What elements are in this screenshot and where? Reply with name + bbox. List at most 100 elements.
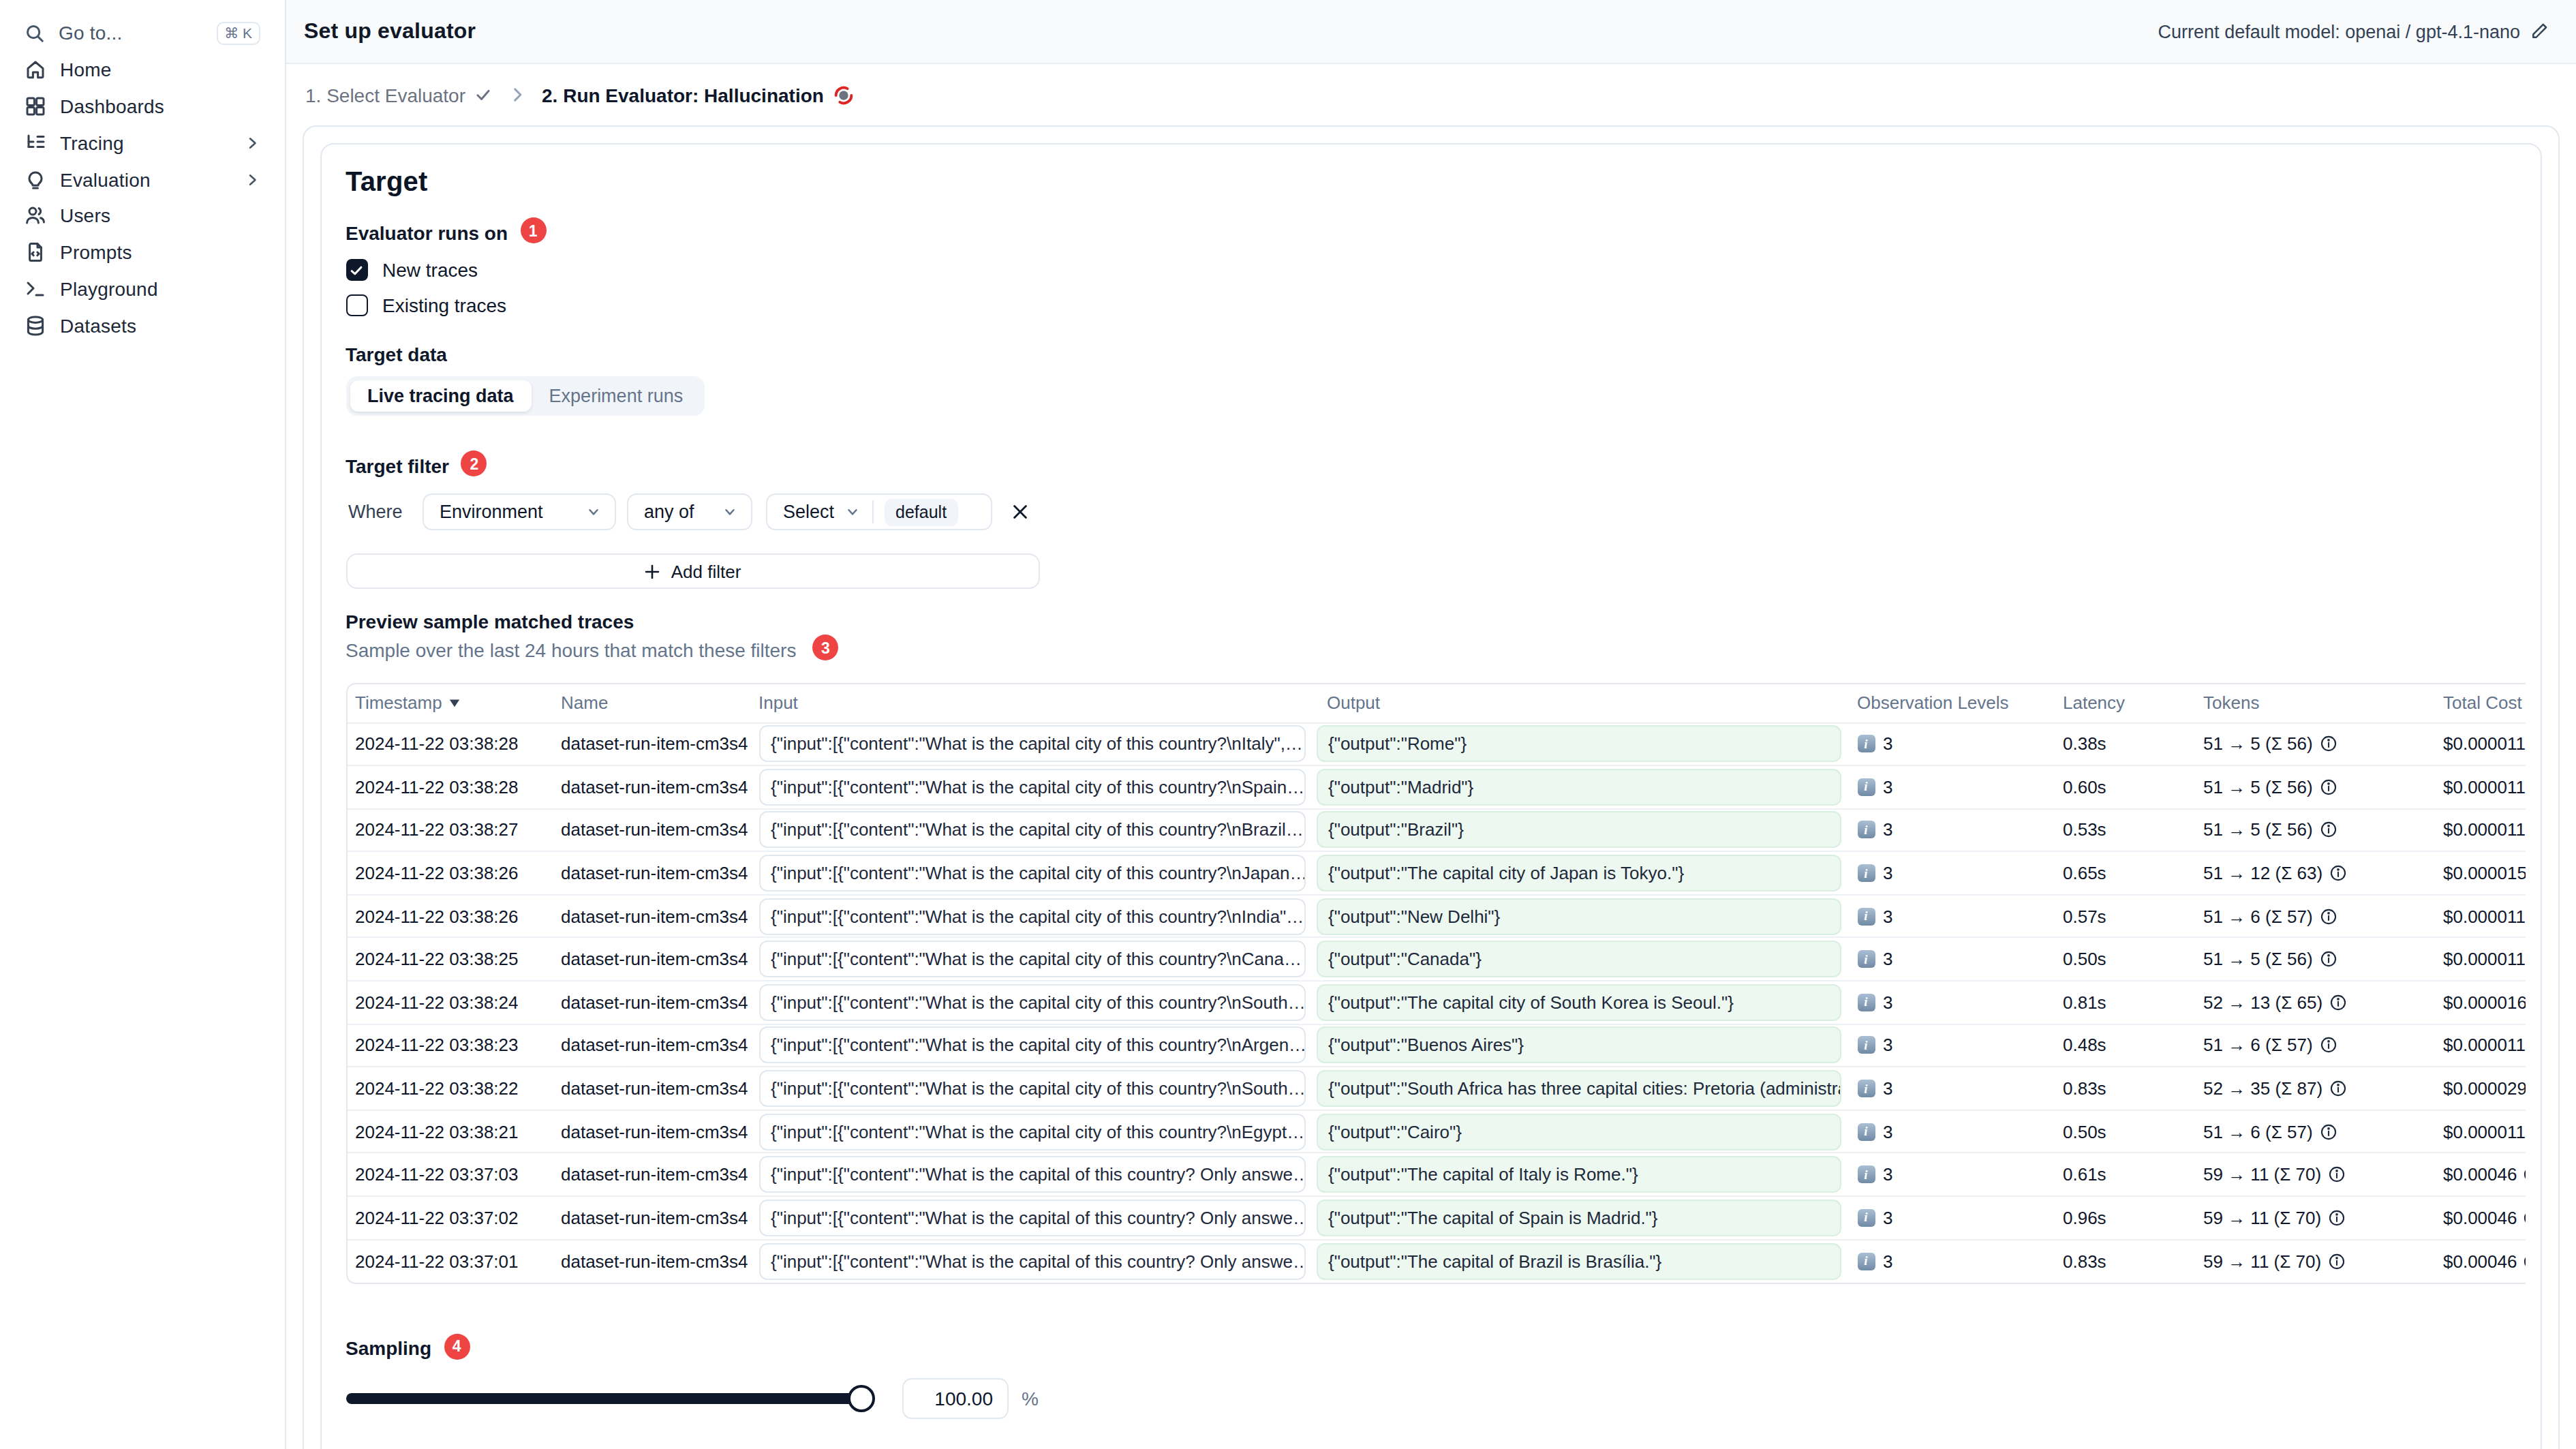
sidebar-item-evaluation[interactable]: Evaluation — [14, 161, 271, 198]
checkbox-unchecked[interactable] — [346, 294, 367, 316]
table-row[interactable]: 2024-11-22 03:38:23dataset-run-item-cm3s… — [347, 1024, 2525, 1067]
cell-timestamp: 2024-11-22 03:38:22 — [347, 1067, 561, 1110]
wizard-card: Target Evaluator runs on 1 New tracesExi… — [302, 125, 2559, 1449]
column-header-timestamp[interactable]: Timestamp — [347, 684, 561, 722]
info-circle-icon — [2320, 1123, 2337, 1140]
preview-title: Preview sample matched traces — [346, 611, 2515, 632]
cell-observation-levels: i3 — [1857, 808, 2063, 851]
add-filter-button[interactable]: Add filter — [346, 553, 1039, 589]
info-icon: i — [1857, 994, 1875, 1011]
info-icon: i — [1857, 821, 1875, 839]
breadcrumb-step2[interactable]: 2. Run Evaluator: Hallucination — [542, 84, 855, 106]
column-header-name[interactable]: Name — [561, 684, 758, 722]
cell-total-cost: $0.000011 — [2443, 808, 2525, 851]
sidebar-item-dashboards[interactable]: Dashboards — [14, 88, 271, 125]
table-row[interactable]: 2024-11-22 03:38:24dataset-run-item-cm3s… — [347, 981, 2525, 1024]
filter-column-select[interactable]: Environment — [422, 493, 615, 530]
cell-total-cost: $0.000011 — [2443, 1110, 2525, 1153]
column-header-output[interactable]: Output — [1316, 684, 1857, 722]
table-row[interactable]: 2024-11-22 03:38:27dataset-run-item-cm3s… — [347, 808, 2525, 851]
sidebar: Go to... ⌘ K HomeDashboardsTracingEvalua… — [0, 0, 286, 1449]
step-badge-4: 4 — [444, 1333, 470, 1359]
sidebar-item-tracing[interactable]: Tracing — [14, 125, 271, 162]
cell-tokens: 51 → 5 (Σ 56) — [2203, 808, 2443, 851]
info-circle-icon — [2328, 1252, 2346, 1270]
info-circle-icon — [2328, 1165, 2346, 1183]
info-icon: i — [1857, 1209, 1875, 1227]
cell-input: {"input":[{"content":"What is the capita… — [758, 1067, 1316, 1110]
cell-total-cost: $0.000015 — [2443, 852, 2525, 895]
cell-output: {"output":"The capital city of South Kor… — [1316, 981, 1857, 1024]
step-badge-3: 3 — [812, 635, 838, 660]
table-row[interactable]: 2024-11-22 03:37:03dataset-run-item-cm3s… — [347, 1153, 2525, 1196]
info-circle-icon — [2320, 778, 2337, 796]
filter-value-select[interactable]: Select default — [765, 493, 992, 530]
chevron-down-icon — [585, 504, 600, 519]
cell-observation-levels: i3 — [1857, 1024, 2063, 1067]
checkbox-checked[interactable] — [346, 259, 367, 281]
cell-latency: 0.48s — [2063, 1024, 2203, 1067]
column-header-input[interactable]: Input — [758, 684, 1316, 722]
cell-name: dataset-run-item-cm3s4 — [561, 852, 758, 895]
cell-latency: 0.50s — [2063, 938, 2203, 981]
chevron-right-icon — [244, 135, 260, 151]
column-header-tokens[interactable]: Tokens — [2203, 684, 2443, 722]
slider-thumb[interactable] — [847, 1384, 874, 1412]
cell-total-cost: $0.00046 — [2443, 1239, 2525, 1282]
users-icon — [25, 205, 46, 227]
sidebar-item-datasets[interactable]: Datasets — [14, 307, 271, 344]
cell-output: {"output":"Brazil"} — [1316, 808, 1857, 851]
table-row[interactable]: 2024-11-22 03:38:26dataset-run-item-cm3s… — [347, 895, 2525, 938]
evaluator-logo-icon — [833, 84, 855, 106]
sampling-percent-input[interactable]: 100.00 — [902, 1377, 1008, 1418]
tab-live-tracing-data[interactable]: Live tracing data — [350, 380, 532, 412]
cell-tokens: 51 → 5 (Σ 56) — [2203, 938, 2443, 981]
column-header-total-cost[interactable]: Total Cost — [2443, 684, 2525, 722]
table-row[interactable]: 2024-11-22 03:38:26dataset-run-item-cm3s… — [347, 852, 2525, 895]
cell-name: dataset-run-item-cm3s4 — [561, 895, 758, 938]
cell-input: {"input":[{"content":"What is the capita… — [758, 722, 1316, 765]
filter-operator-select[interactable]: any of — [626, 493, 752, 530]
column-header-latency[interactable]: Latency — [2063, 684, 2203, 722]
cell-output: {"output":"Rome"} — [1316, 722, 1857, 765]
table-row[interactable]: 2024-11-22 03:37:01dataset-run-item-cm3s… — [347, 1239, 2525, 1282]
sidebar-item-playground[interactable]: Playground — [14, 271, 271, 307]
info-circle-icon — [2320, 821, 2337, 839]
target-data-label: Target data — [346, 344, 2515, 365]
cell-timestamp: 2024-11-22 03:38:24 — [347, 981, 561, 1024]
runs-on-options: New tracesExisting traces — [346, 254, 2515, 322]
cell-name: dataset-run-item-cm3s4 — [561, 938, 758, 981]
table-row[interactable]: 2024-11-22 03:38:22dataset-run-item-cm3s… — [347, 1067, 2525, 1110]
sidebar-item-home[interactable]: Home — [14, 52, 271, 89]
remove-filter-button[interactable] — [1009, 502, 1030, 522]
cell-name: dataset-run-item-cm3s4 — [561, 722, 758, 765]
tracing-icon — [25, 132, 46, 154]
cell-output: {"output":"New Delhi"} — [1316, 895, 1857, 938]
sidebar-item-prompts[interactable]: Prompts — [14, 234, 271, 271]
table-body: 2024-11-22 03:38:28dataset-run-item-cm3s… — [347, 722, 2525, 1282]
table-row[interactable]: 2024-11-22 03:38:28dataset-run-item-cm3s… — [347, 765, 2525, 808]
cell-latency: 0.57s — [2063, 895, 2203, 938]
cell-latency: 0.60s — [2063, 765, 2203, 808]
goto-search[interactable]: Go to... ⌘ K — [14, 15, 271, 52]
cell-tokens: 51 → 6 (Σ 57) — [2203, 895, 2443, 938]
tab-experiment-runs[interactable]: Experiment runs — [532, 386, 701, 406]
info-icon: i — [1857, 1037, 1875, 1054]
cell-name: dataset-run-item-cm3s4 — [561, 808, 758, 851]
column-header-observation-levels[interactable]: Observation Levels — [1857, 684, 2063, 722]
table-row[interactable]: 2024-11-22 03:38:21dataset-run-item-cm3s… — [347, 1110, 2525, 1153]
cell-input: {"input":[{"content":"What is the capita… — [758, 938, 1316, 981]
info-icon: i — [1857, 1123, 1875, 1140]
sampling-slider[interactable] — [346, 1392, 869, 1403]
breadcrumb-step1[interactable]: 1. Select Evaluator — [305, 84, 491, 106]
cell-tokens: 51 → 6 (Σ 57) — [2203, 1110, 2443, 1153]
cell-total-cost: $0.00046 — [2443, 1153, 2525, 1196]
sidebar-item-users[interactable]: Users — [14, 198, 271, 234]
cell-latency: 0.53s — [2063, 808, 2203, 851]
edit-model-icon[interactable] — [2530, 22, 2549, 41]
cell-timestamp: 2024-11-22 03:38:23 — [347, 1024, 561, 1067]
table-row[interactable]: 2024-11-22 03:37:02dataset-run-item-cm3s… — [347, 1196, 2525, 1239]
cell-total-cost: $0.000011 — [2443, 722, 2525, 765]
table-row[interactable]: 2024-11-22 03:38:25dataset-run-item-cm3s… — [347, 938, 2525, 981]
table-row[interactable]: 2024-11-22 03:38:28dataset-run-item-cm3s… — [347, 722, 2525, 765]
